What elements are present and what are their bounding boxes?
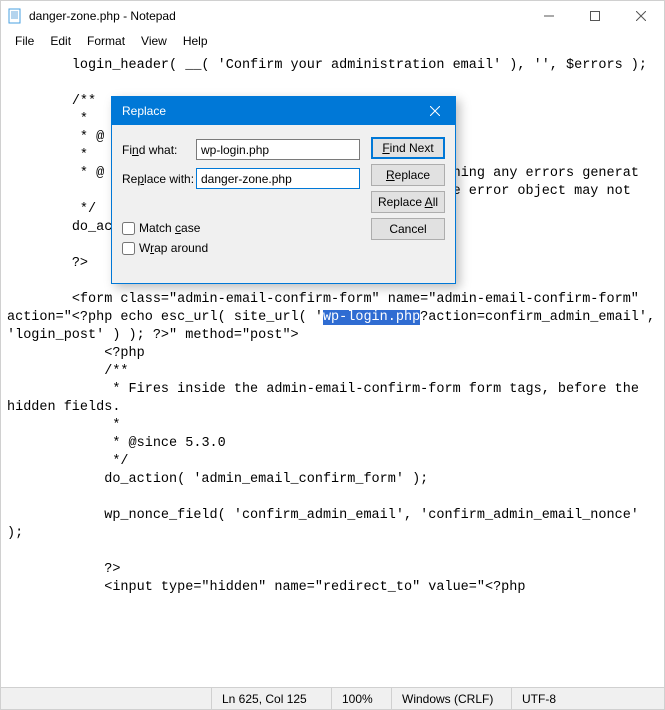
- status-line-ending: Windows (CRLF): [391, 688, 511, 709]
- code-line: ?>: [7, 256, 88, 271]
- code-line: login_header( __( 'Confirm your administ…: [7, 58, 647, 73]
- code-line: <input type="hidden" name="redirect_to" …: [7, 580, 526, 595]
- close-button[interactable]: [618, 1, 664, 31]
- status-zoom: 100%: [331, 688, 391, 709]
- dialog-titlebar[interactable]: Replace: [112, 97, 455, 125]
- match-case-box[interactable]: [122, 222, 135, 235]
- menubar: File Edit Format View Help: [1, 31, 664, 51]
- window-controls: [526, 1, 664, 31]
- code-line: ?>: [7, 562, 120, 577]
- replace-with-input[interactable]: [196, 168, 360, 189]
- selected-text: wp-login.php: [323, 310, 420, 325]
- minimize-button[interactable]: [526, 1, 572, 31]
- code-line: */: [7, 454, 129, 469]
- code-line: * @: [7, 166, 104, 181]
- replace-all-button[interactable]: Replace All: [371, 191, 445, 213]
- statusbar: Ln 625, Col 125 100% Windows (CRLF) UTF-…: [1, 687, 664, 709]
- dialog-close-button[interactable]: [415, 97, 455, 125]
- code-line: *: [7, 148, 88, 163]
- code-line: */: [7, 202, 96, 217]
- dialog-title: Replace: [122, 104, 166, 118]
- status-encoding: UTF-8: [511, 688, 664, 709]
- menu-edit[interactable]: Edit: [42, 34, 79, 48]
- menu-file[interactable]: File: [7, 34, 42, 48]
- code-line: do_action( 'admin_email_confirm_form' );: [7, 472, 428, 487]
- status-position: Ln 625, Col 125: [211, 688, 331, 709]
- maximize-button[interactable]: [572, 1, 618, 31]
- find-what-input[interactable]: [196, 139, 360, 160]
- notepad-icon: [7, 8, 23, 24]
- code-line: /**: [7, 364, 129, 379]
- match-case-checkbox[interactable]: Match case: [122, 221, 208, 235]
- wrap-around-box[interactable]: [122, 242, 135, 255]
- code-line: *: [7, 112, 88, 127]
- find-next-button[interactable]: Find Next: [371, 137, 445, 159]
- menu-view[interactable]: View: [133, 34, 175, 48]
- menu-format[interactable]: Format: [79, 34, 133, 48]
- find-what-label: Find what:: [122, 143, 196, 157]
- code-line: wp_nonce_field( 'confirm_admin_email', '…: [7, 508, 647, 541]
- replace-with-label: Replace with:: [122, 172, 196, 186]
- cancel-button[interactable]: Cancel: [371, 218, 445, 240]
- window-titlebar: danger-zone.php - Notepad: [1, 1, 664, 31]
- replace-dialog: Replace Find what: Replace with: Match c…: [111, 96, 456, 284]
- menu-help[interactable]: Help: [175, 34, 216, 48]
- window-title: danger-zone.php - Notepad: [29, 9, 176, 23]
- code-line: * @: [7, 130, 112, 145]
- code-line: * Fires inside the admin-email-confirm-f…: [7, 382, 647, 415]
- wrap-around-checkbox[interactable]: Wrap around: [122, 241, 208, 255]
- code-line: /**: [7, 94, 96, 109]
- code-line: *: [7, 418, 120, 433]
- code-line: <?php: [7, 346, 145, 361]
- code-line: * @since 5.3.0: [7, 436, 226, 451]
- replace-button[interactable]: Replace: [371, 164, 445, 186]
